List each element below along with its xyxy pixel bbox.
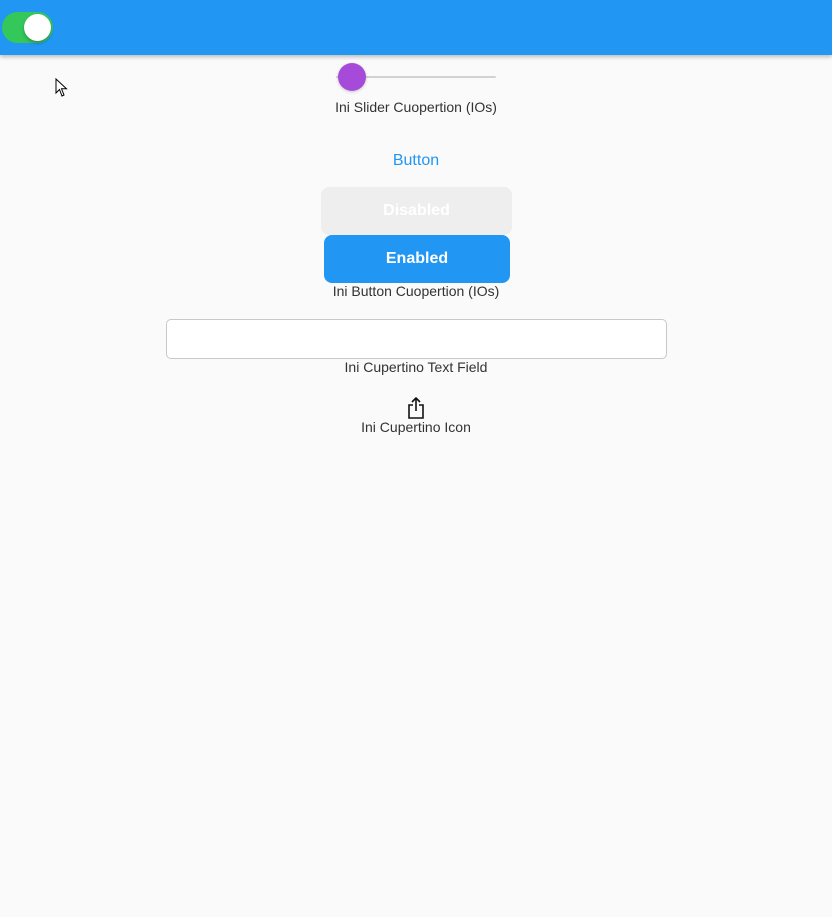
icon-caption: Ini Cupertino Icon — [361, 419, 471, 435]
app-bar — [0, 0, 832, 55]
text-button[interactable]: Button — [376, 147, 456, 175]
slider-thumb[interactable] — [338, 63, 366, 91]
slider-caption: Ini Slider Cuopertion (IOs) — [335, 99, 497, 115]
cupertino-text-field[interactable] — [166, 319, 667, 359]
enabled-button[interactable]: Enabled — [324, 235, 510, 283]
switch-knob — [24, 14, 51, 41]
mouse-pointer-icon — [55, 78, 68, 97]
cupertino-slider[interactable] — [336, 62, 496, 92]
share-icon — [408, 397, 424, 419]
button-caption: Ini Button Cuopertion (IOs) — [332, 283, 500, 299]
text-field-caption: Ini Cupertino Text Field — [344, 359, 488, 375]
cupertino-switch[interactable] — [2, 12, 53, 43]
disabled-button: Disabled — [321, 187, 512, 235]
